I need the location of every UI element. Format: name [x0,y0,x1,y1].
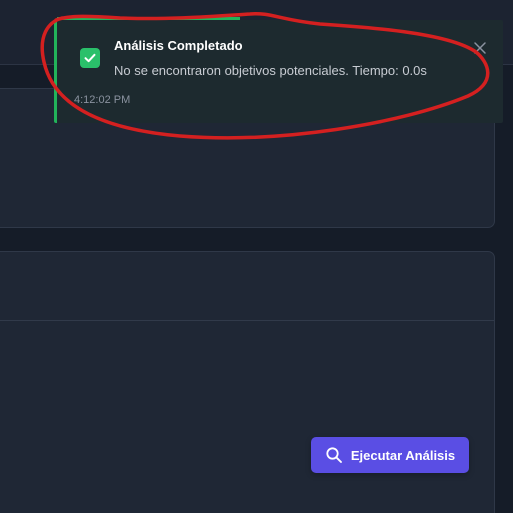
panel-divider [0,320,494,321]
run-analysis-label: Ejecutar Análisis [350,447,456,463]
toast-timestamp: 4:12:02 PM [74,94,131,106]
search-icon [325,446,343,464]
run-analysis-button[interactable]: Ejecutar Análisis [311,437,469,473]
toast-message: No se encontraron objetivos potenciales.… [114,63,427,78]
notification-toast: Análisis Completado No se encontraron ob… [54,17,503,123]
analysis-panel [0,251,495,513]
close-icon[interactable] [471,39,489,57]
check-icon [80,48,100,68]
toast-progress-bar [57,17,240,20]
toast-title: Análisis Completado [114,38,243,53]
app-window: Ejecutar Análisis Análisis Completado No… [0,0,513,513]
